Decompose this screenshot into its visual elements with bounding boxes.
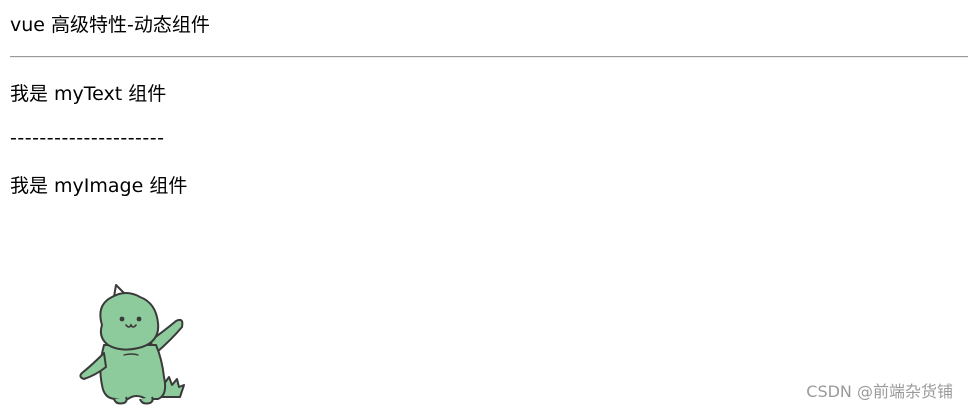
page-title: vue 高级特性-动态组件 bbox=[10, 14, 210, 36]
dinosaur-image bbox=[79, 284, 185, 405]
dinosaur-body bbox=[99, 344, 167, 400]
dinosaur-left-eye bbox=[119, 316, 125, 322]
separator-line: --------------------- bbox=[10, 127, 165, 149]
dinosaur-right-eye bbox=[136, 316, 142, 322]
csdn-watermark: CSDN @前端杂货铺 bbox=[806, 382, 953, 401]
horizontal-divider bbox=[10, 56, 968, 58]
dinosaur-head bbox=[99, 292, 160, 351]
my-image-component-output: 我是 myImage 组件 bbox=[10, 175, 188, 197]
my-text-component-output: 我是 myText 组件 bbox=[10, 83, 167, 105]
